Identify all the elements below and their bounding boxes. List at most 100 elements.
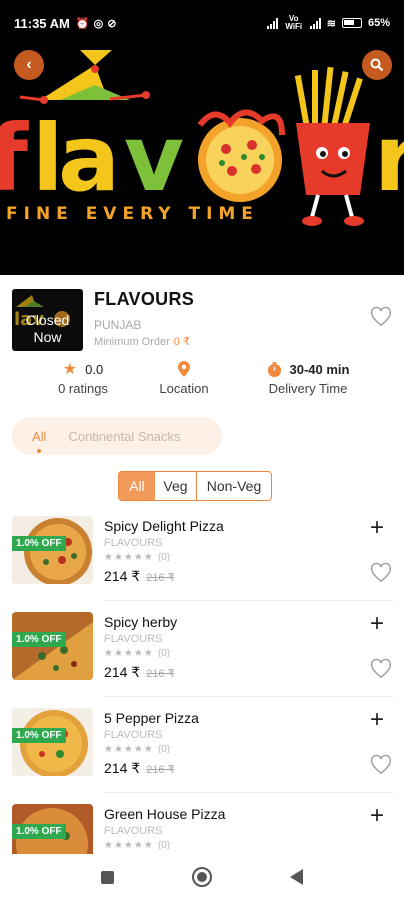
add-to-cart-button[interactable]: +: [370, 516, 384, 540]
signal-icon: [266, 17, 278, 29]
category-tab-continental-snacks[interactable]: Continental Snacks: [68, 429, 180, 444]
item-rating: ★★★★★ (0): [104, 744, 170, 755]
back-button[interactable]: ‹: [14, 50, 44, 80]
food-image: 1.0% OFF: [12, 804, 93, 854]
location-stat[interactable]: Location: [146, 359, 222, 396]
rating-stars-icon: ★★★★★: [104, 840, 154, 851]
status-bar: 11:35 AM ⏰ ◎ ⊘ Vo WiFi ≋ 65%: [0, 0, 404, 46]
category-tab-all[interactable]: All: [32, 429, 46, 453]
price-original: 216 ₹: [146, 572, 175, 584]
filter-all-button[interactable]: All: [119, 472, 155, 500]
favorite-heart-icon[interactable]: [370, 306, 392, 328]
min-order-label: Minimum Order: [94, 336, 170, 348]
battery-icon: [341, 18, 362, 28]
rating-stat: ★ 0.0 0 ratings: [40, 359, 126, 396]
discount-badge: 1.0% OFF: [12, 824, 66, 839]
wifi-icon: ≋: [326, 17, 336, 30]
rating-value: 0.0: [85, 361, 104, 377]
location-pin-icon: [178, 361, 190, 377]
divider: [104, 600, 394, 601]
system-navigation-bar: [0, 854, 404, 900]
add-to-cart-button[interactable]: +: [370, 804, 384, 828]
discount-badge: 1.0% OFF: [12, 632, 66, 647]
item-price: 214 ₹ 216 ₹: [104, 568, 175, 585]
price-current: 214 ₹: [104, 760, 141, 776]
divider: [104, 792, 394, 793]
restaurant-thumbnail: lav Closed Now: [12, 289, 83, 351]
wifi-calling-label: Vo WiFi: [285, 14, 303, 31]
message-icon: ◎: [93, 17, 104, 30]
search-button[interactable]: [362, 50, 392, 80]
battery-percent: 65%: [367, 17, 390, 29]
status-notification-icons: ⏰ ◎ ⊘: [76, 17, 117, 30]
back-triangle-icon[interactable]: [290, 869, 303, 885]
price-current: 214 ₹: [104, 664, 141, 680]
item-rating: ★★★★★ (0): [104, 840, 170, 851]
diet-filter: All Veg Non-Veg: [118, 471, 272, 501]
restaurant-screen: 11:35 AM ⏰ ◎ ⊘ Vo WiFi ≋ 65% f l a v r F…: [0, 0, 404, 900]
minimum-order: Minimum Order 0 ₹: [94, 335, 190, 348]
divider: [104, 696, 394, 697]
item-brand: FLAVOURS: [104, 729, 163, 741]
delivery-time-value: 30-40 min: [289, 361, 350, 377]
restaurant-logo: f l a v r FINE EVERY TIME: [0, 50, 404, 226]
restaurant-stats: ★ 0.0 0 ratings Location 30-40 min Deliv…: [0, 359, 404, 403]
search-icon: [370, 58, 384, 72]
menu-item[interactable]: 1.0% OFF Spicy Delight Pizza FLAVOURS ★★…: [0, 510, 404, 606]
home-icon[interactable]: [192, 867, 212, 887]
app-icon: ⊘: [107, 17, 117, 30]
rating-count: (0): [157, 552, 171, 563]
item-brand: FLAVOURS: [104, 537, 163, 549]
food-image: 1.0% OFF: [12, 708, 93, 776]
item-rating: ★★★★★ (0): [104, 552, 170, 563]
menu-item[interactable]: 1.0% OFF 5 Pepper Pizza FLAVOURS ★★★★★ (0…: [0, 702, 404, 798]
star-icon: ★: [62, 361, 78, 378]
restaurant-name: FLAVOURS: [94, 289, 195, 309]
food-image: 1.0% OFF: [12, 612, 93, 680]
rating-stars-icon: ★★★★★: [104, 744, 154, 755]
item-brand: FLAVOURS: [104, 825, 163, 837]
item-price: 214 ₹ 216 ₹: [104, 664, 175, 681]
closed-now-overlay: Closed Now: [12, 289, 83, 351]
rating-count: (0): [157, 744, 171, 755]
item-price: 214 ₹ 216 ₹: [104, 760, 175, 777]
filter-veg-button[interactable]: Veg: [155, 472, 197, 500]
recent-apps-icon[interactable]: [101, 870, 114, 884]
menu-item[interactable]: 1.0% OFF Green House Pizza FLAVOURS ★★★★…: [0, 798, 404, 854]
pizza-logo-icon: [197, 109, 285, 202]
item-name: 5 Pepper Pizza: [104, 710, 199, 726]
timer-icon: [267, 361, 281, 377]
rating-stars-icon: ★★★★★: [104, 552, 154, 563]
item-name: Green House Pizza: [104, 806, 226, 822]
favorite-heart-icon[interactable]: [370, 658, 392, 680]
add-to-cart-button[interactable]: +: [370, 612, 384, 636]
chevron-left-icon: ‹: [26, 56, 32, 73]
filter-non-veg-button[interactable]: Non-Veg: [197, 472, 271, 500]
location-label: Location: [159, 381, 209, 396]
status-right: Vo WiFi ≋ 65%: [266, 14, 390, 31]
food-image: 1.0% OFF: [12, 516, 93, 584]
min-order-value: 0 ₹: [173, 336, 190, 348]
rating-count: (0): [157, 840, 171, 851]
hero-banner: 11:35 AM ⏰ ◎ ⊘ Vo WiFi ≋ 65% f l a v r F…: [0, 0, 404, 275]
alarm-icon: ⏰: [75, 17, 90, 30]
discount-badge: 1.0% OFF: [12, 536, 66, 551]
category-tabs: All Continental Snacks: [12, 417, 222, 455]
item-rating: ★★★★★ (0): [104, 648, 170, 659]
logo-letter-v: v: [124, 105, 184, 212]
item-name: Spicy herby: [104, 614, 178, 630]
favorite-heart-icon[interactable]: [370, 754, 392, 776]
item-name: Spicy Delight Pizza: [104, 518, 224, 534]
rating-label: 0 ratings: [58, 381, 108, 396]
banner-tagline: FINE EVERY TIME: [6, 204, 259, 224]
svg-text:r: r: [374, 105, 404, 212]
rating-count: (0): [157, 648, 171, 659]
logo-letter-a: a: [58, 105, 120, 212]
add-to-cart-button[interactable]: +: [370, 708, 384, 732]
menu-item[interactable]: 1.0% OFF Spicy herby FLAVOURS ★★★★★ (0) 2…: [0, 606, 404, 702]
favorite-heart-icon[interactable]: [370, 562, 392, 584]
menu-list: 1.0% OFF Spicy Delight Pizza FLAVOURS ★★…: [0, 510, 404, 854]
price-original: 216 ₹: [146, 764, 175, 776]
price-current: 214 ₹: [104, 568, 141, 584]
item-brand: FLAVOURS: [104, 633, 163, 645]
